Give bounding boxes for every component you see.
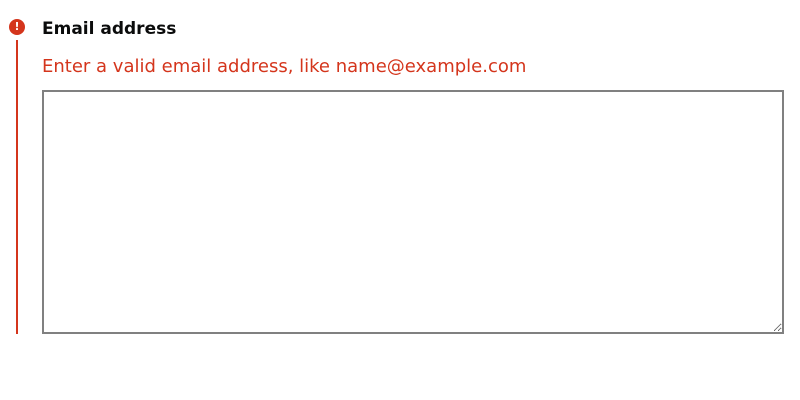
email-textarea[interactable] [42,90,784,334]
error-indicator-bar [16,40,18,334]
email-form-group-error: ! Email address Enter a valid email addr… [0,0,800,400]
exclamation-circle-icon: ! [9,19,25,35]
email-label: Email address [42,19,177,39]
email-error-message: Enter a valid email address, like name@e… [42,56,527,77]
